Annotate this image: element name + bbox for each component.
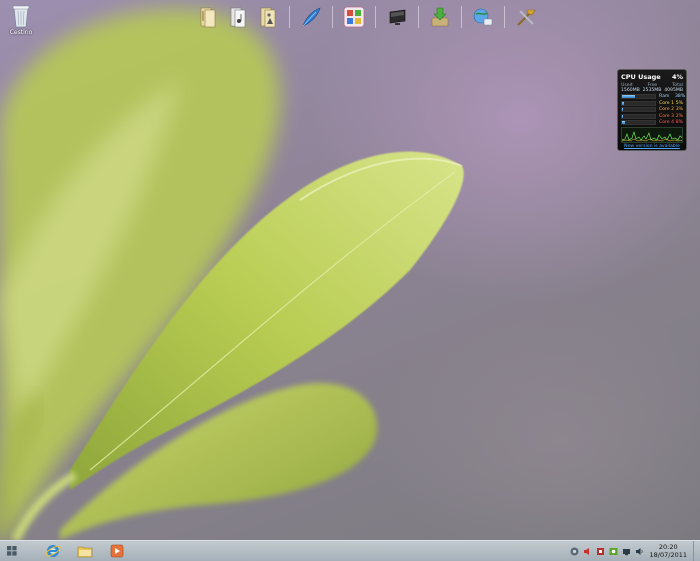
- dock-bar: [193, 3, 541, 31]
- feather-icon: [302, 7, 321, 27]
- ram-label: Ram: [659, 94, 670, 100]
- core3-percent: 2%: [675, 113, 683, 119]
- core2-bar: [621, 107, 656, 113]
- dock-item-documents[interactable]: [196, 5, 220, 29]
- gadget-title: CPU Usage: [621, 73, 661, 81]
- recycle-bin-icon: [12, 5, 30, 28]
- desktop-wallpaper: [0, 0, 700, 540]
- core3-label: Core 3: [659, 113, 675, 119]
- clock-date: 18/07/2011: [649, 551, 687, 559]
- pictures-icon: [260, 7, 276, 28]
- taskbar-media-player[interactable]: [104, 542, 130, 560]
- documents-icon: [200, 7, 216, 28]
- dock-separator: [375, 6, 376, 28]
- core4-label: Core 4: [659, 119, 675, 125]
- nvidia-icon: [609, 547, 618, 555]
- dock-separator: [289, 6, 290, 28]
- start-button[interactable]: [4, 543, 20, 559]
- taskbar-internet-explorer[interactable]: [40, 542, 66, 560]
- core2-percent: 3%: [675, 107, 683, 113]
- tray-action-center[interactable]: [622, 547, 631, 556]
- dock-item-feather[interactable]: [299, 5, 323, 29]
- windows-start-icon: [7, 546, 17, 556]
- gadget-row-core1: Core 1 5%: [621, 100, 683, 106]
- security-icon: [596, 547, 604, 555]
- core4-bar: [621, 119, 656, 125]
- gadget-total-percent: 4%: [671, 73, 683, 81]
- system-tray: 20:20 18/07/2011: [568, 541, 700, 561]
- network-icon: [473, 8, 493, 26]
- core4-percent: 8%: [675, 119, 683, 125]
- recycle-bin-label: Cestino: [9, 29, 33, 36]
- speaker-icon: [635, 547, 643, 555]
- network-icon: [570, 547, 579, 555]
- dock-separator: [504, 6, 505, 28]
- downloads-icon: [431, 7, 449, 27]
- new-version-link[interactable]: New version is available: [621, 144, 683, 149]
- leaf-wallpaper-image: [0, 8, 464, 540]
- dock-item-control-panel[interactable]: [342, 5, 366, 29]
- dock-separator: [461, 6, 462, 28]
- dock-separator: [418, 6, 419, 28]
- gadget-row-core3: Core 3 2%: [621, 113, 683, 119]
- tray-nvidia[interactable]: [609, 547, 618, 556]
- taskbar: 20:20 18/07/2011: [0, 540, 700, 561]
- core1-percent: 5%: [675, 100, 683, 106]
- dock-item-downloads[interactable]: [428, 5, 452, 29]
- music-icon: [230, 7, 246, 28]
- core2-label: Core 2: [659, 107, 675, 113]
- media-player-icon: [110, 544, 124, 558]
- taskbar-file-explorer[interactable]: [72, 542, 98, 560]
- file-explorer-icon: [77, 546, 93, 558]
- tray-network[interactable]: [570, 547, 579, 556]
- ram-bar: [621, 94, 656, 100]
- ram-percent: 38%: [675, 94, 686, 100]
- dock-item-network[interactable]: [471, 5, 495, 29]
- clock-time: 20:20: [658, 543, 678, 551]
- action-center-icon: [622, 548, 630, 555]
- gadget-row-core4: Core 4 8%: [621, 119, 683, 125]
- tools-icon: [517, 9, 536, 26]
- gadget-row-core2: Core 2 3%: [621, 107, 683, 113]
- core1-bar: [621, 100, 656, 106]
- monitor-icon: [389, 9, 406, 25]
- dock-separator: [332, 6, 333, 28]
- recycle-bin-desktop-icon[interactable]: Cestino: [4, 4, 38, 36]
- gadget-used-value: 1560MB: [621, 88, 640, 93]
- dock-item-pictures[interactable]: [256, 5, 280, 29]
- tray-volume[interactable]: [583, 547, 592, 556]
- dock-item-monitor[interactable]: [385, 5, 409, 29]
- core1-label: Core 1: [659, 100, 675, 106]
- cpu-history-graph: [621, 126, 683, 143]
- gadget-total-value: 4095MB: [664, 88, 683, 93]
- control-panel-icon: [343, 6, 365, 28]
- core3-bar: [621, 113, 656, 119]
- dock-item-music[interactable]: [226, 5, 250, 29]
- show-desktop-button[interactable]: [693, 541, 700, 561]
- tray-security[interactable]: [596, 547, 605, 556]
- cpu-usage-gadget[interactable]: CPU Usage 4% Used Free Total 1560MB 2535…: [617, 69, 687, 151]
- gadget-row-ram: Ram 38%: [621, 94, 686, 100]
- volume-icon: [583, 547, 589, 555]
- internet-explorer-icon: [45, 545, 61, 557]
- taskbar-clock[interactable]: 20:20 18/07/2011: [650, 543, 687, 559]
- tray-speaker[interactable]: [635, 547, 644, 556]
- gadget-free-value: 2535MB: [642, 88, 662, 93]
- dock-item-tools[interactable]: [514, 5, 538, 29]
